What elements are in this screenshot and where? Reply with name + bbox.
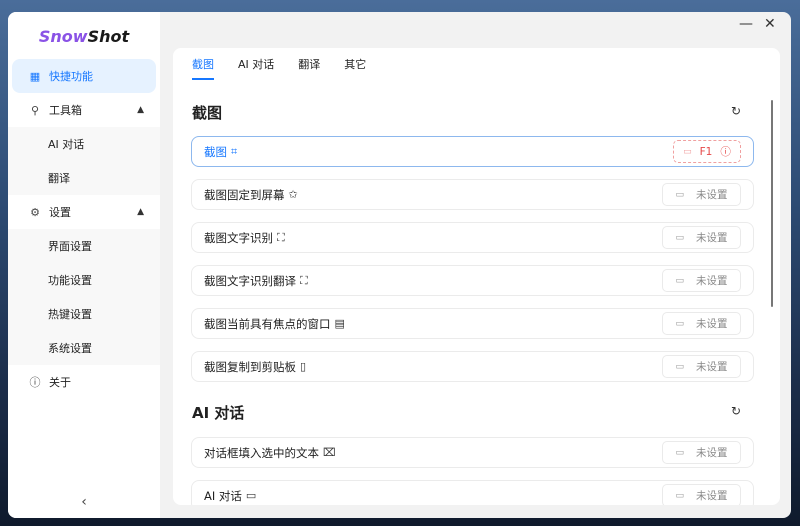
translate-scan-icon: ⛶: [300, 273, 308, 287]
tab-translate[interactable]: 翻译: [298, 56, 320, 80]
sidebar-item-hotkey-settings[interactable]: 热键设置: [8, 297, 160, 331]
content-card: 截图 AI 对话 翻译 其它 截图 ↻ 截图 ⌗ ▭ F1 ⓘ 截图固定到屏幕 ✩ ▭ 未…: [173, 48, 780, 505]
sidebar-item-ui-settings[interactable]: 界面设置: [8, 229, 160, 263]
shortcut-row[interactable]: 截图当前具有焦点的窗口 ▤ ▭ 未设置: [191, 308, 754, 339]
reset-icon[interactable]: ↻: [731, 404, 741, 418]
keyboard-icon: ▭: [675, 447, 684, 458]
sidebar-item-about[interactable]: ⓘ 关于: [8, 365, 160, 399]
warning-icon: ⓘ: [720, 146, 731, 158]
tab-other[interactable]: 其它: [344, 56, 366, 80]
reset-icon[interactable]: ↻: [731, 104, 741, 118]
crop-icon: ⌗: [231, 144, 238, 158]
collapse-sidebar-button[interactable]: ‹: [8, 494, 160, 510]
keyboard-icon: ▭: [675, 490, 684, 501]
keyboard-icon: ▭: [675, 318, 684, 329]
hotkey-input[interactable]: ▭ 未设置: [662, 183, 741, 206]
shortcut-row[interactable]: 截图 ⌗ ▭ F1 ⓘ: [191, 136, 754, 167]
minimize-button[interactable]: —: [739, 16, 753, 32]
wrench-icon: ⚲: [30, 103, 40, 117]
keyboard-icon: ▭: [675, 361, 684, 372]
sidebar-item-translate[interactable]: 翻译: [8, 161, 160, 195]
keyboard-icon: ▭: [675, 232, 684, 243]
shortcut-row[interactable]: 对话框填入选中的文本 ⌧ ▭ 未设置: [191, 437, 754, 468]
shortcut-row[interactable]: 截图文字识别翻译 ⛶ ▭ 未设置: [191, 265, 754, 296]
app-window: SnowShot ▦ 快捷功能 ⚲ 工具箱 ▲ AI 对话 翻译 ⚙ 设置 ▲ 界面设置 …: [8, 12, 791, 518]
sidebar: SnowShot ▦ 快捷功能 ⚲ 工具箱 ▲ AI 对话 翻译 ⚙ 设置 ▲ 界面设置 …: [8, 12, 160, 518]
chat-icon: ▭: [245, 489, 257, 502]
hotkey-input[interactable]: ▭ F1 ⓘ: [673, 140, 741, 163]
keyboard-icon: ▭: [675, 189, 684, 200]
sidebar-item-function-settings[interactable]: 功能设置: [8, 263, 160, 297]
text-select-icon: ⌧: [323, 446, 336, 459]
sidebar-item-ai-chat[interactable]: AI 对话: [8, 127, 160, 161]
tab-bar: 截图 AI 对话 翻译 其它: [192, 56, 390, 80]
gear-icon: ⚙: [30, 205, 40, 219]
keyboard-icon: ▭: [675, 275, 684, 286]
clipboard-icon: ▯: [300, 360, 307, 373]
shortcut-row[interactable]: 截图固定到屏幕 ✩ ▭ 未设置: [191, 179, 754, 210]
chevron-up-icon: ▲: [137, 207, 144, 217]
scrollbar[interactable]: [771, 100, 773, 307]
sidebar-nav: ▦ 快捷功能 ⚲ 工具箱 ▲ AI 对话 翻译 ⚙ 设置 ▲ 界面设置 功能设置 热键设置…: [8, 59, 160, 399]
section-title: 截图: [192, 104, 223, 122]
close-button[interactable]: ✕: [764, 16, 776, 32]
window-icon: ▤: [334, 317, 345, 330]
tab-screenshot[interactable]: 截图: [192, 56, 214, 80]
hotkey-input[interactable]: ▭ 未设置: [662, 226, 741, 249]
tab-ai-chat[interactable]: AI 对话: [238, 56, 274, 80]
chevron-up-icon: ▲: [137, 105, 144, 115]
sidebar-item-settings[interactable]: ⚙ 设置 ▲: [8, 195, 160, 229]
keyboard-icon: ▭: [683, 146, 692, 157]
grid-icon: ▦: [29, 69, 41, 83]
shortcut-row[interactable]: 截图文字识别 ⛶ ▭ 未设置: [191, 222, 754, 253]
pin-icon: ✩: [288, 188, 298, 201]
info-icon: ⓘ: [29, 376, 41, 389]
sidebar-item-shortcuts[interactable]: ▦ 快捷功能: [12, 59, 156, 93]
sidebar-item-toolbox[interactable]: ⚲ 工具箱 ▲: [8, 93, 160, 127]
shortcut-row[interactable]: 截图复制到剪贴板 ▯ ▭ 未设置: [191, 351, 754, 382]
hotkey-input[interactable]: ▭ 未设置: [662, 312, 741, 335]
hotkey-input[interactable]: ▭ 未设置: [662, 441, 741, 464]
hotkey-input[interactable]: ▭ 未设置: [662, 355, 741, 378]
logo: SnowShot: [38, 27, 130, 46]
sidebar-item-system-settings[interactable]: 系统设置: [8, 331, 160, 365]
scan-text-icon: ⛶: [277, 230, 285, 244]
hotkey-input[interactable]: ▭ 未设置: [662, 269, 741, 292]
hotkey-input[interactable]: ▭ 未设置: [662, 484, 741, 505]
shortcut-row[interactable]: AI 对话 ▭ ▭ 未设置: [191, 480, 754, 505]
toolbox-submenu: AI 对话 翻译: [8, 127, 160, 195]
section-title: AI 对话: [192, 404, 245, 422]
settings-submenu: 界面设置 功能设置 热键设置 系统设置: [8, 229, 160, 365]
